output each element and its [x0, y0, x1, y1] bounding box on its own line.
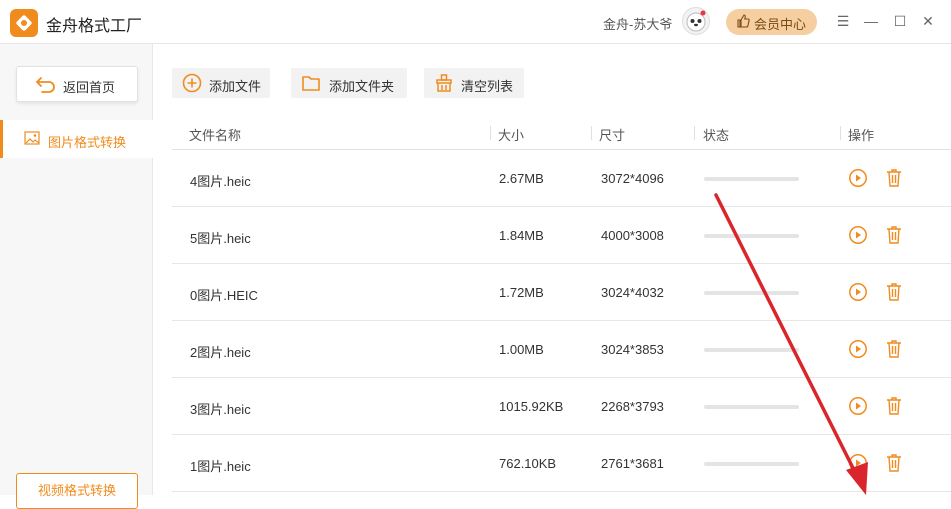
progress-bar	[704, 348, 799, 352]
file-name: 1图片.heic	[190, 459, 251, 474]
table-row[interactable]: 5图片.heic 1.84MB 4000*3008	[172, 207, 951, 264]
file-dimensions: 2268*3793	[601, 399, 664, 414]
play-icon[interactable]	[848, 168, 868, 188]
file-dimensions: 4000*3008	[601, 228, 664, 243]
file-size: 762.10KB	[499, 456, 557, 471]
title-bar: 金舟格式工厂 金舟-苏大爷 会员中心 ☰ — ☐ ✕	[0, 0, 951, 44]
table-row[interactable]: 0图片.HEIC 1.72MB 3024*4032	[172, 264, 951, 321]
sidebar-item-label: 图片格式转换	[48, 135, 127, 150]
header-status: 状态	[703, 128, 730, 143]
progress-bar	[704, 291, 799, 295]
progress-bar	[704, 405, 799, 409]
username[interactable]: 金舟-苏大爷	[603, 14, 672, 33]
table-row[interactable]: 3图片.heic 1015.92KB 2268*3793	[172, 378, 951, 435]
play-icon[interactable]	[848, 339, 868, 359]
progress-bar	[704, 462, 799, 466]
close-icon[interactable]: ✕	[919, 12, 937, 30]
file-size: 1015.92KB	[499, 399, 564, 414]
table-header: 文件名称 大小 尺寸 状态 操作	[172, 118, 951, 150]
progress-bar	[704, 234, 799, 238]
video-convert-button[interactable]: 视频格式转换	[16, 473, 138, 509]
file-size: 1.84MB	[499, 228, 544, 243]
play-icon[interactable]	[848, 453, 868, 473]
play-icon[interactable]	[848, 396, 868, 416]
file-size: 2.67MB	[499, 171, 544, 186]
minimize-icon[interactable]: —	[862, 12, 880, 30]
image-icon	[24, 131, 40, 148]
play-icon[interactable]	[848, 225, 868, 245]
back-home-button[interactable]: 返回首页	[16, 66, 138, 102]
add-folder-label: 添加文件夹	[329, 79, 395, 94]
app-logo	[10, 9, 38, 37]
sidebar-item-image-convert[interactable]: 图片格式转换	[0, 120, 153, 158]
thumbs-up-icon	[736, 14, 750, 31]
table-row[interactable]: 1图片.heic 762.10KB 2761*3681	[172, 435, 951, 492]
trash-icon[interactable]	[884, 453, 904, 473]
file-name: 0图片.HEIC	[190, 288, 258, 303]
clear-list-label: 清空列表	[461, 79, 514, 94]
return-arrow-icon	[35, 74, 57, 97]
maximize-icon[interactable]: ☐	[891, 12, 909, 30]
vip-center-button[interactable]: 会员中心	[726, 9, 817, 35]
file-dimensions: 3072*4096	[601, 171, 664, 186]
column-divider[interactable]	[694, 126, 695, 140]
add-file-button[interactable]: 添加文件	[172, 68, 270, 98]
vip-label: 会员中心	[754, 17, 807, 32]
file-dimensions: 3024*4032	[601, 285, 664, 300]
sidebar: 返回首页 图片格式转换 视频格式转换	[0, 44, 153, 509]
column-divider[interactable]	[591, 126, 592, 140]
file-name: 3图片.heic	[190, 402, 251, 417]
file-dimensions: 3024*3853	[601, 342, 664, 357]
avatar[interactable]	[682, 7, 710, 35]
file-name: 5图片.heic	[190, 231, 251, 246]
file-name: 4图片.heic	[190, 174, 251, 189]
trash-icon[interactable]	[884, 339, 904, 359]
table-row[interactable]: 4图片.heic 2.67MB 3072*4096	[172, 150, 951, 207]
plus-circle-icon	[182, 73, 202, 96]
add-file-label: 添加文件	[209, 79, 262, 94]
trash-icon[interactable]	[884, 168, 904, 188]
table-row[interactable]: 2图片.heic 1.00MB 3024*3853	[172, 321, 951, 378]
menu-icon[interactable]: ☰	[834, 12, 852, 30]
broom-icon	[434, 73, 454, 96]
add-folder-button[interactable]: 添加文件夹	[291, 68, 407, 98]
trash-icon[interactable]	[884, 282, 904, 302]
app-title: 金舟格式工厂	[46, 18, 143, 35]
trash-icon[interactable]	[884, 396, 904, 416]
column-divider[interactable]	[840, 126, 841, 140]
back-home-label: 返回首页	[63, 80, 116, 95]
clear-list-button[interactable]: 清空列表	[424, 68, 524, 98]
trash-icon[interactable]	[884, 225, 904, 245]
play-icon[interactable]	[848, 282, 868, 302]
file-dimensions: 2761*3681	[601, 456, 664, 471]
header-actions: 操作	[848, 128, 875, 143]
file-size: 1.00MB	[499, 342, 544, 357]
progress-bar	[704, 177, 799, 181]
folder-icon	[301, 73, 321, 96]
header-size: 大小	[498, 128, 525, 143]
file-name: 2图片.heic	[190, 345, 251, 360]
column-divider[interactable]	[490, 126, 491, 140]
file-size: 1.72MB	[499, 285, 544, 300]
header-file-name: 文件名称	[189, 128, 242, 143]
header-dimensions: 尺寸	[599, 128, 626, 143]
